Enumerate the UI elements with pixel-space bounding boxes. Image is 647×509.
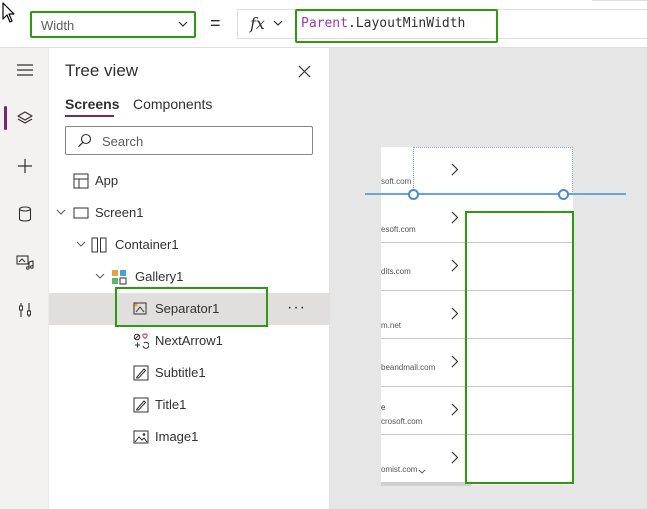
chevron-down-icon <box>178 21 188 27</box>
equals-sign: = <box>210 13 221 33</box>
rail-data-button[interactable] <box>0 194 49 234</box>
search-input[interactable]: Search <box>65 126 313 155</box>
chevron-right-icon[interactable] <box>451 355 459 368</box>
tab-components[interactable]: Components <box>133 96 212 112</box>
gallery-scrollbar[interactable] <box>381 482 471 486</box>
tree-item-screen1[interactable]: Screen1 <box>49 197 330 229</box>
tree-item-label: Separator1 <box>155 301 220 316</box>
fx-icon: fx <box>250 14 265 33</box>
gallery-row-email: soft.com <box>381 177 412 186</box>
divider <box>592 0 647 1</box>
gallery-row-email: esoft.com <box>381 225 416 234</box>
left-rail <box>0 48 49 509</box>
tree-item-app[interactable]: App <box>49 165 330 197</box>
chevron-down-icon[interactable] <box>76 241 86 248</box>
chevron-right-icon[interactable] <box>451 307 459 320</box>
chevron-down-icon[interactable] <box>95 273 105 280</box>
hamburger-menu-icon <box>16 64 33 76</box>
screen-icon <box>73 207 89 219</box>
label-icon <box>133 365 149 381</box>
formula-text[interactable]: Parent.LayoutMinWidth <box>301 16 465 31</box>
app-icon <box>73 173 89 189</box>
close-button[interactable] <box>294 61 314 81</box>
gallery-row-email: crosoft.com <box>381 417 423 426</box>
search-icon <box>78 133 92 148</box>
image-icon <box>133 430 149 444</box>
tree-item-gallery1[interactable]: Gallery1 <box>49 261 330 293</box>
tools-icon <box>18 303 31 317</box>
container-icon <box>91 237 107 253</box>
tree-view-panel: Tree view Screens Components Search App … <box>49 48 330 509</box>
formula-property: LayoutMinWidth <box>355 16 466 31</box>
add-icon <box>17 159 32 173</box>
media-icon <box>15 255 34 270</box>
database-icon <box>18 206 31 222</box>
tree-item-label: Title1 <box>155 397 187 412</box>
tree-item-subtitle1[interactable]: Subtitle1 <box>49 357 330 389</box>
chevron-right-icon[interactable] <box>451 451 459 464</box>
tree-item-label: App <box>95 173 119 188</box>
panel-title: Tree view <box>65 61 139 80</box>
tree-item-container1[interactable]: Container1 <box>49 229 330 261</box>
gallery-row-email: m.net <box>381 321 402 330</box>
more-options-button[interactable]: ··· <box>287 299 306 317</box>
tree-item-label: NextArrow1 <box>155 333 223 348</box>
tree-item-label: Container1 <box>115 237 179 252</box>
gallery-icon <box>112 270 127 285</box>
gallery-row-email: beandmail.com <box>381 363 436 372</box>
rail-media-button[interactable] <box>0 242 49 282</box>
tree-item-label: Gallery1 <box>135 269 184 284</box>
gallery-row-email: omist.com <box>381 465 418 474</box>
resize-handle-right[interactable] <box>558 189 569 200</box>
tree-item-label: Screen1 <box>95 205 144 220</box>
gallery-row-email: dits.com <box>381 267 411 276</box>
tree-item-separator1[interactable]: Separator1 ··· <box>49 293 330 325</box>
tree-item-image1[interactable]: Image1 <box>49 421 330 453</box>
search-placeholder: Search <box>102 134 144 149</box>
chevron-down-icon[interactable] <box>56 209 66 216</box>
selection-outline <box>413 147 573 194</box>
separator-line[interactable] <box>365 193 626 195</box>
formula-keyword: Parent <box>301 16 348 31</box>
tree-item-label: Image1 <box>155 429 199 444</box>
tree-item-title1[interactable]: Title1 <box>49 389 330 421</box>
rail-advanced-tools-button[interactable] <box>0 290 49 330</box>
chevron-down-icon[interactable] <box>418 469 426 475</box>
chevron-down-icon <box>273 20 283 26</box>
label-icon <box>133 397 149 413</box>
gallery-column-highlight-box <box>465 211 574 484</box>
separator-icon <box>133 302 147 315</box>
tab-screens[interactable]: Screens <box>65 96 119 117</box>
icon-control-icon <box>133 333 149 349</box>
mouse-cursor-icon <box>2 2 15 23</box>
fx-button[interactable]: fx <box>237 9 293 39</box>
chevron-right-icon[interactable] <box>451 403 459 416</box>
rail-insert-button[interactable] <box>0 146 49 186</box>
close-icon <box>298 65 310 77</box>
rail-tree-view-button[interactable] <box>0 98 49 138</box>
chevron-right-icon[interactable] <box>451 259 459 272</box>
design-canvas[interactable]: soft.com esoft.com dits.com m.net beandm… <box>330 48 647 509</box>
formula-bar: Width = fx Parent.LayoutMinWidth <box>0 0 647 48</box>
resize-handle-left[interactable] <box>408 189 419 200</box>
property-dropdown-value: Width <box>41 18 75 33</box>
layers-icon <box>16 111 33 124</box>
formula-dot: . <box>347 16 356 31</box>
chevron-right-icon[interactable] <box>451 211 459 224</box>
tree-item-label: Subtitle1 <box>155 365 206 380</box>
rail-menu-button[interactable] <box>0 50 49 90</box>
gallery-row-title: e <box>381 403 386 412</box>
property-dropdown[interactable]: Width <box>30 11 196 38</box>
tree-item-nextarrow1[interactable]: NextArrow1 <box>49 325 330 357</box>
